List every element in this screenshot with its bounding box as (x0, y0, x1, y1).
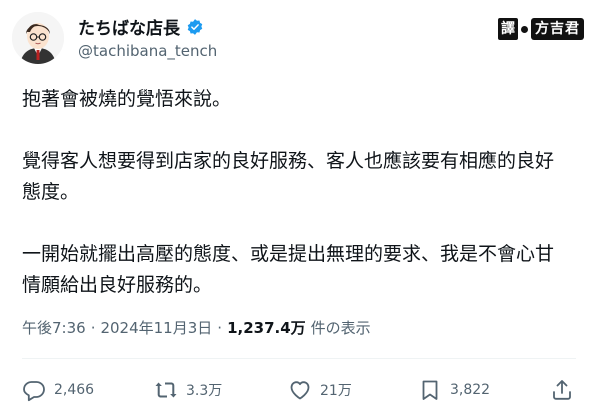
tweet-meta: 午後7:36 · 2024年11月3日 · 1,237.4万 件の表示 (22, 317, 371, 338)
author-name-text[interactable]: たちばな店長 (78, 14, 180, 39)
watermark-name: 方吉君 (531, 18, 584, 40)
bookmark-button[interactable]: 3,822 (418, 375, 490, 405)
retweet-count: 3.3万 (186, 383, 223, 399)
tweet-paragraph-1: 抱著會被燒的覺悟來說。 (22, 88, 232, 110)
bookmark-count: 3,822 (450, 382, 491, 398)
watermark-label: 譯 (498, 18, 518, 40)
like-count: 21万 (320, 383, 352, 399)
meta-separator: · (90, 318, 96, 337)
reply-icon (23, 381, 45, 402)
avatar[interactable] (12, 12, 64, 64)
reply-button[interactable]: 2,466 (22, 375, 94, 405)
author-display-name[interactable]: たちばな店長 (78, 14, 204, 39)
meta-separator-2: · (217, 318, 223, 337)
share-button[interactable] (550, 375, 574, 405)
translator-watermark: 譯 方吉君 (498, 17, 584, 41)
verified-badge-icon (187, 18, 203, 35)
heart-icon (290, 381, 310, 400)
avatar-illustration (12, 12, 64, 64)
like-button[interactable]: 21万 (288, 375, 352, 405)
retweet-icon (155, 382, 177, 398)
tweet-text: 抱著會被燒的覺悟來說。 覺得客人想要得到店家的良好服務、客人也應該要有相應的良好… (22, 84, 582, 301)
reply-count: 2,466 (54, 382, 95, 398)
tweet-paragraph-3: 一開始就擺出高壓的態度、或是提出無理的要求、我是不會心甘 情願給出良好服務的。 (22, 243, 555, 296)
action-bar: 2,466 3.3万 21万 3,822 (22, 375, 578, 405)
tweet-date[interactable]: 2024年11月3日 (100, 317, 212, 338)
view-count: 1,237.4万 (227, 319, 306, 337)
bookmark-icon (422, 380, 438, 400)
tweet-card: たちばな店長 @tachibana_tench 譯 方吉君 抱著會被燒的覺悟來說… (0, 0, 598, 419)
divider (22, 358, 576, 359)
author-handle[interactable]: @tachibana_tench (78, 42, 217, 60)
watermark-dot (521, 25, 528, 33)
retweet-button[interactable]: 3.3万 (154, 375, 222, 405)
view-count-label: 件の表示 (310, 319, 371, 337)
tweet-paragraph-2: 覺得客人想要得到店家的良好服務、客人也應該要有相應的良好 態度。 (22, 150, 555, 203)
tweet-time[interactable]: 午後7:36 (22, 317, 86, 338)
share-icon (553, 380, 571, 400)
